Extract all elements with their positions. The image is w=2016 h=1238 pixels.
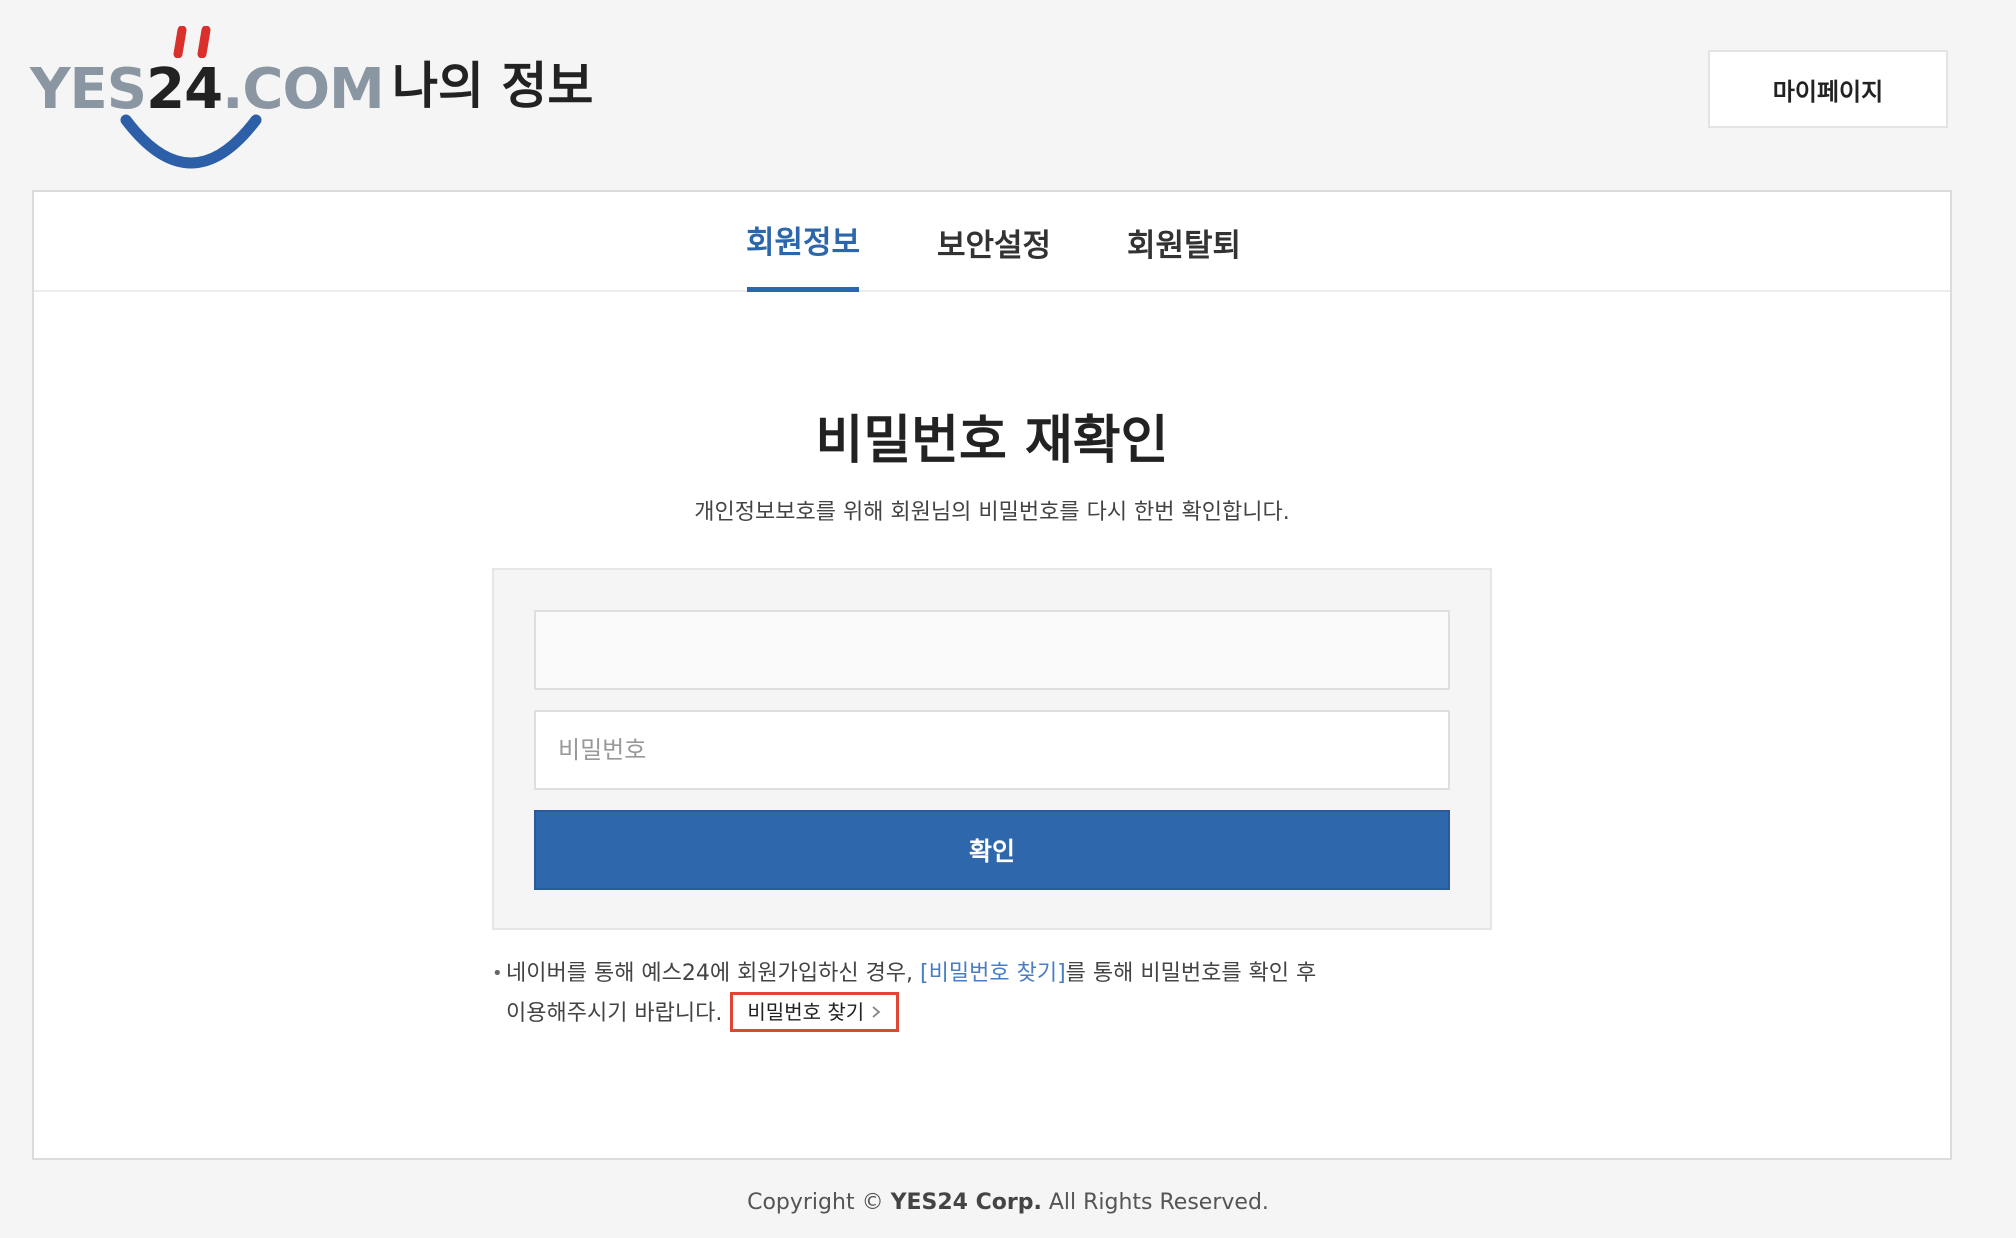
id-input[interactable] <box>534 610 1450 690</box>
reconfirm-description: 개인정보보호를 위해 회원님의 비밀번호를 다시 한번 확인합니다. <box>694 500 1290 525</box>
mypage-button[interactable]: 마이페이지 <box>1708 50 1948 128</box>
header: YES24.COM 나의 정보 마이페이지 <box>0 0 2016 190</box>
tab-member-info[interactable]: 회원정보 <box>746 192 860 292</box>
page-title: 나의 정보 <box>392 57 594 115</box>
password-form: 확인 <box>492 568 1492 930</box>
notice-line-1: 네이버를 통해 예스24에 회원가입하신 경우, [비밀번호 찾기]를 통해 비… <box>506 956 1316 992</box>
footer-prefix: Copyright © <box>747 1190 891 1215</box>
footer-suffix: All Rights Reserved. <box>1041 1190 1269 1215</box>
notice-text: 이용해주시기 바랍니다. <box>506 1001 723 1026</box>
reconfirm-title: 비밀번호 재확인 <box>815 411 1169 471</box>
tab-withdraw[interactable]: 회원탈퇴 <box>1127 192 1241 292</box>
yes24-logo[interactable]: YES24.COM <box>30 26 385 169</box>
main-panel: 회원정보 보안설정 회원탈퇴 비밀번호 재확인 개인정보보호를 위해 회원님의 … <box>32 190 1952 1160</box>
password-input[interactable] <box>534 710 1450 790</box>
notice-text: 네이버를 통해 예스24에 회원가입하신 경우, <box>506 961 921 986</box>
find-password-label: 비밀번호 찾기 <box>747 1000 865 1024</box>
smile-icon <box>120 114 262 169</box>
footer: Copyright © YES24 Corp. All Rights Reser… <box>0 1190 2016 1215</box>
find-password-button[interactable]: 비밀번호 찾기 <box>730 992 900 1032</box>
tab-bar: 회원정보 보안설정 회원탈퇴 <box>34 192 1950 292</box>
confirm-button[interactable]: 확인 <box>534 810 1450 890</box>
footer-company: YES24 Corp. <box>890 1190 1042 1215</box>
find-password-link[interactable]: [비밀번호 찾기] <box>920 961 1066 986</box>
tab-security-settings[interactable]: 보안설정 <box>937 192 1051 292</box>
notice-line-2: 이용해주시기 바랍니다. 비밀번호 찾기 <box>506 992 900 1034</box>
notice-text: 를 통해 비밀번호를 확인 후 <box>1065 961 1317 986</box>
bullet: • <box>492 963 503 984</box>
logo-quote-icon <box>173 26 211 58</box>
chevron-right-icon <box>872 1006 881 1018</box>
